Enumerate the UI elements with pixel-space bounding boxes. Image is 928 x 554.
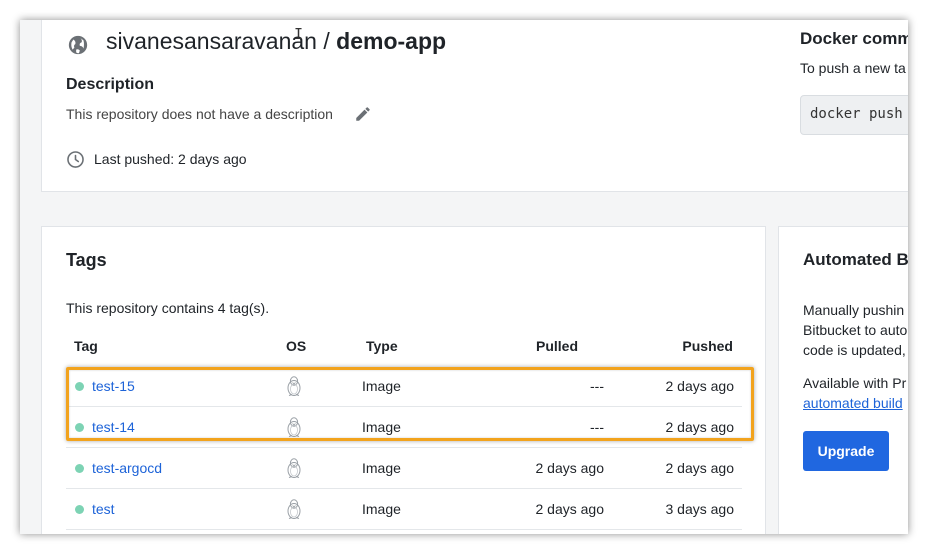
screenshot-frame: sivanesansaravanan / demo-app I Descript… bbox=[20, 20, 908, 534]
status-dot bbox=[75, 464, 84, 473]
description-heading: Description bbox=[66, 76, 155, 93]
automated-builds-description: Manually pushin Bitbucket to auto code i… bbox=[803, 300, 907, 360]
tag-type: Image bbox=[362, 419, 401, 435]
repo-title: sivanesansaravanan / demo-app bbox=[106, 28, 446, 55]
automated-builds-card: Automated B Manually pushin Bitbucket to… bbox=[778, 226, 908, 534]
tags-count-text: This repository contains 4 tag(s). bbox=[66, 300, 270, 316]
column-header-pushed: Pushed bbox=[682, 338, 733, 354]
column-header-tag: Tag bbox=[74, 338, 98, 354]
repo-header-card: sivanesansaravanan / demo-app I Descript… bbox=[41, 20, 908, 192]
automated-builds-line: code is updated, bbox=[803, 342, 906, 358]
docker-command-heading: Docker comm bbox=[800, 29, 908, 48]
last-pushed-text: Last pushed: 2 days ago bbox=[94, 151, 247, 167]
tag-type: Image bbox=[362, 378, 401, 394]
tag-link[interactable]: test-14 bbox=[92, 419, 135, 435]
status-dot bbox=[75, 423, 84, 432]
tag-pulled: 2 days ago bbox=[535, 501, 605, 517]
table-row: test-15 Image --- 2 days ago bbox=[66, 366, 742, 407]
repo-namespace[interactable]: sivanesansaravanan bbox=[106, 28, 317, 54]
available-with-pro-text: Available with Pr bbox=[803, 375, 907, 391]
tag-pushed: 2 days ago bbox=[665, 460, 735, 476]
tag-type: Image bbox=[362, 460, 401, 476]
docker-push-command[interactable]: docker push bbox=[800, 95, 908, 135]
tag-pulled: 2 days ago bbox=[535, 460, 605, 476]
table-row: test-argocd Image 2 days ago 2 days ago bbox=[66, 448, 742, 489]
column-header-os: OS bbox=[286, 338, 307, 354]
linux-penguin-icon bbox=[287, 499, 301, 519]
pencil-icon[interactable] bbox=[354, 105, 372, 123]
linux-penguin-icon bbox=[287, 376, 301, 396]
tag-type: Image bbox=[362, 501, 401, 517]
repo-title-separator: / bbox=[323, 28, 330, 54]
table-row: test Image 2 days ago 3 days ago bbox=[66, 489, 742, 530]
text-cursor-icon: I bbox=[294, 25, 304, 43]
upgrade-button[interactable]: Upgrade bbox=[803, 431, 889, 471]
tag-pulled: --- bbox=[590, 419, 604, 435]
automated-builds-heading: Automated B bbox=[803, 250, 908, 269]
linux-penguin-icon bbox=[287, 458, 301, 478]
globe-icon bbox=[68, 35, 88, 55]
tag-pulled: --- bbox=[590, 378, 604, 394]
tag-pushed: 3 days ago bbox=[665, 501, 735, 517]
table-row: test-14 Image --- 2 days ago bbox=[66, 407, 742, 448]
description-text: This repository does not have a descript… bbox=[66, 106, 333, 122]
status-dot bbox=[75, 382, 84, 391]
status-dot bbox=[75, 505, 84, 514]
docker-command-subtext: To push a new ta bbox=[800, 60, 906, 76]
clock-icon bbox=[67, 151, 84, 168]
automated-builds-link[interactable]: automated build bbox=[803, 395, 903, 411]
tag-pushed: 2 days ago bbox=[665, 378, 735, 394]
automated-builds-line: Manually pushin bbox=[803, 302, 905, 318]
column-header-pulled: Pulled bbox=[535, 338, 578, 354]
tag-link[interactable]: test-argocd bbox=[92, 460, 162, 476]
tags-heading: Tags bbox=[66, 250, 107, 270]
column-header-type: Type bbox=[366, 338, 398, 354]
tag-link[interactable]: test-15 bbox=[92, 378, 135, 394]
automated-builds-line: Bitbucket to auto bbox=[803, 322, 908, 338]
repo-name: demo-app bbox=[336, 28, 447, 54]
linux-penguin-icon bbox=[287, 417, 301, 437]
tags-card: Tags This repository contains 4 tag(s). … bbox=[41, 226, 766, 534]
tag-pushed: 2 days ago bbox=[665, 419, 735, 435]
tag-link[interactable]: test bbox=[92, 501, 115, 517]
